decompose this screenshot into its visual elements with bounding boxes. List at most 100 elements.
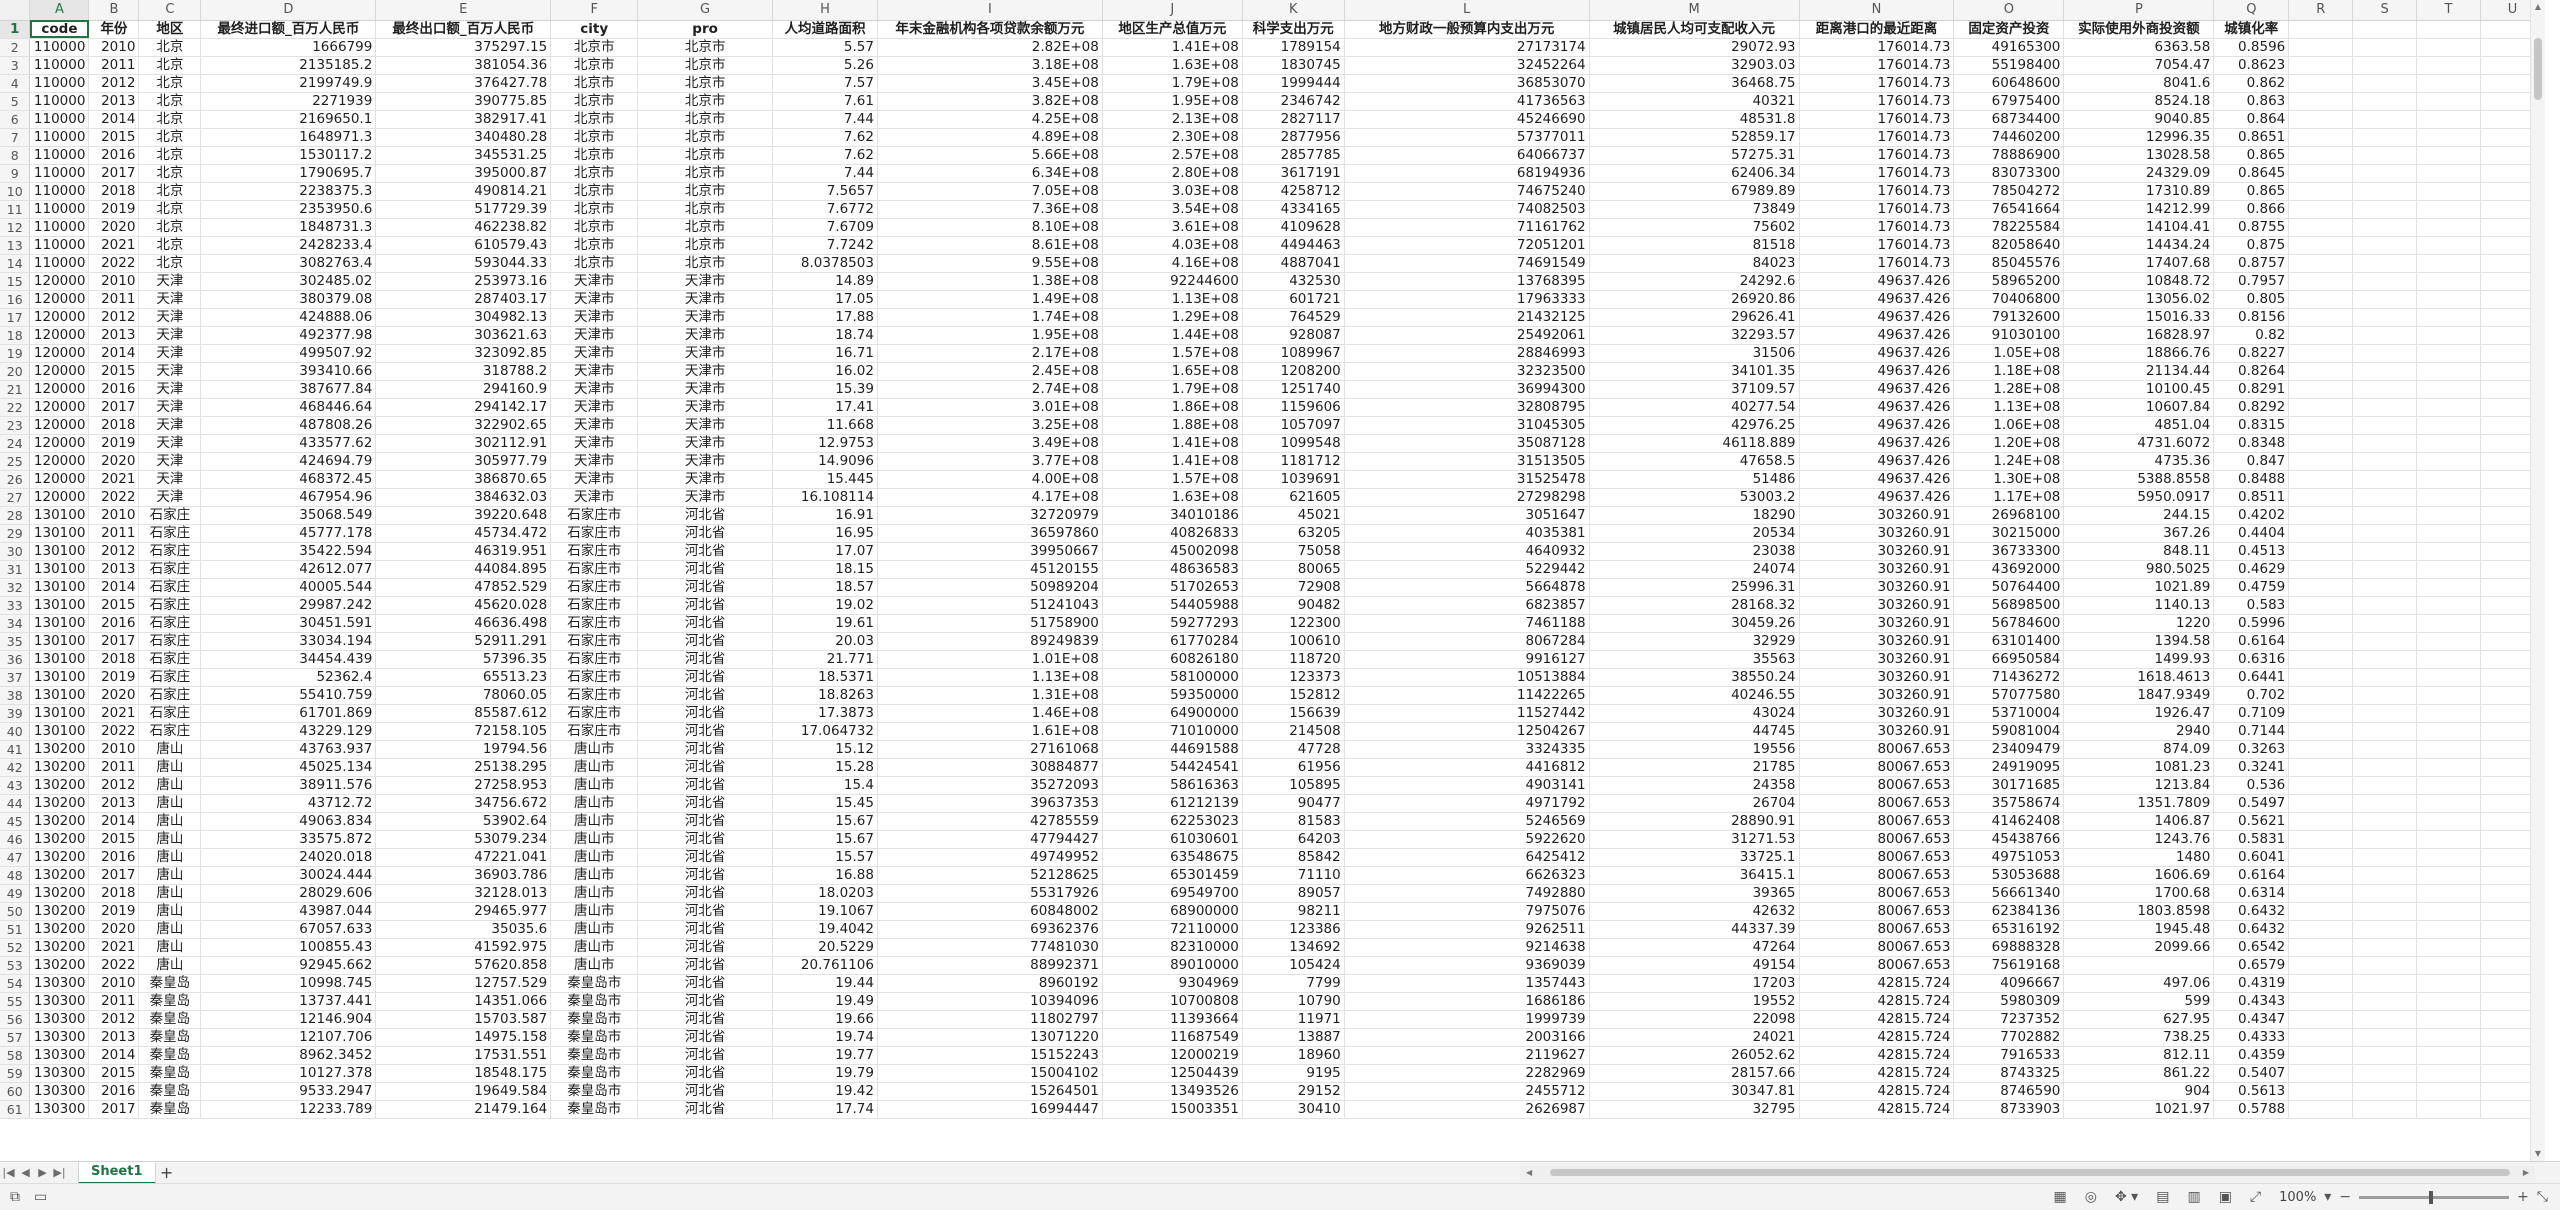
cell[interactable] [2288, 1028, 2354, 1047]
cell[interactable]: 唐山 [138, 920, 202, 939]
cell[interactable]: 4494463 [1242, 236, 1345, 255]
cell[interactable]: 河北省 [637, 506, 773, 525]
cell[interactable]: 北京 [138, 146, 202, 165]
cell[interactable]: 唐山市 [550, 956, 639, 975]
cell[interactable]: 7702882 [1953, 1028, 2065, 1047]
page-break-view-icon[interactable]: ▣ [2219, 1189, 2232, 1205]
cell[interactable]: 9195 [1242, 1064, 1345, 1083]
cell[interactable]: 0.4404 [2213, 524, 2290, 543]
cell[interactable]: 天津市 [637, 470, 773, 489]
cell[interactable]: 北京市 [550, 56, 639, 75]
cell[interactable] [2288, 938, 2354, 957]
cell[interactable]: 64066737 [1344, 146, 1590, 165]
cell[interactable] [2416, 704, 2481, 723]
row-header[interactable]: 19 [0, 344, 31, 363]
cell[interactable]: 44084.895 [375, 560, 552, 579]
cell[interactable]: 17203 [1589, 974, 1800, 993]
cell[interactable]: 石家庄市 [550, 524, 639, 543]
cell[interactable] [2288, 668, 2354, 687]
cell[interactable]: 55317926 [877, 884, 1103, 903]
cell[interactable]: 5922620 [1344, 830, 1590, 849]
cell[interactable]: 19.61 [772, 614, 878, 633]
cell[interactable]: 5664878 [1344, 578, 1590, 597]
cell[interactable]: 130200 [29, 812, 90, 831]
row-header[interactable]: 23 [0, 416, 31, 435]
cell[interactable] [2416, 398, 2481, 417]
cell[interactable]: 北京市 [637, 236, 773, 255]
cell[interactable]: 176014.73 [1799, 38, 1955, 57]
cell[interactable]: 11802797 [877, 1010, 1103, 1029]
cell[interactable] [2352, 920, 2418, 939]
cell[interactable]: 北京市 [637, 92, 773, 111]
cell[interactable]: 15.67 [772, 812, 878, 831]
cell[interactable]: 天津 [138, 416, 202, 435]
cell[interactable]: 27298298 [1344, 488, 1590, 507]
cell[interactable]: 2011 [88, 758, 140, 777]
cell[interactable]: 80067.653 [1799, 848, 1955, 867]
cell[interactable]: 80067.653 [1799, 794, 1955, 813]
cell[interactable]: 3.01E+08 [877, 398, 1103, 417]
cell[interactable]: 105895 [1242, 776, 1345, 795]
cell[interactable]: 唐山市 [550, 866, 639, 885]
cell[interactable]: 395000.87 [375, 164, 552, 183]
cell[interactable]: 36468.75 [1589, 74, 1800, 93]
cell[interactable]: 123386 [1242, 920, 1345, 939]
cell[interactable] [2416, 794, 2481, 813]
cell[interactable]: 北京市 [637, 38, 773, 57]
cell[interactable]: 北京 [138, 128, 202, 147]
cell[interactable] [2416, 506, 2481, 525]
cell[interactable]: 39365 [1589, 884, 1800, 903]
cell[interactable]: 9214638 [1344, 938, 1590, 957]
cell[interactable]: 1.86E+08 [1102, 398, 1243, 417]
normal-view-icon[interactable]: ▤ [2156, 1189, 2169, 1205]
cell[interactable]: 49637.426 [1799, 326, 1955, 345]
cell[interactable] [2288, 686, 2354, 705]
cell[interactable]: 80067.653 [1799, 776, 1955, 795]
cell[interactable]: 28168.32 [1589, 596, 1800, 615]
cell[interactable]: 2012 [88, 74, 140, 93]
cell[interactable] [2288, 650, 2354, 669]
cell[interactable]: 天津 [138, 362, 202, 381]
cell[interactable]: 石家庄 [138, 722, 202, 741]
cell[interactable]: 5.66E+08 [877, 146, 1103, 165]
cell[interactable] [2416, 632, 2481, 651]
row-header[interactable]: 31 [0, 560, 31, 579]
cell[interactable]: 68734400 [1953, 110, 2065, 129]
cell[interactable]: 2019 [88, 200, 140, 219]
cell[interactable]: 地区生产总值万元 [1102, 20, 1243, 39]
cell[interactable]: 49749952 [877, 848, 1103, 867]
cell[interactable]: 6363.58 [2063, 38, 2215, 57]
cell[interactable]: 0.8511 [2213, 488, 2290, 507]
row-header[interactable]: 57 [0, 1028, 31, 1047]
cell[interactable]: 0.8156 [2213, 308, 2290, 327]
cell[interactable]: 52128625 [877, 866, 1103, 885]
cell[interactable]: 6823857 [1344, 596, 1590, 615]
cell[interactable]: 120000 [29, 416, 90, 435]
cell[interactable]: 176014.73 [1799, 200, 1955, 219]
cell[interactable]: 10848.72 [2063, 272, 2215, 291]
cell[interactable]: 424888.06 [200, 308, 377, 327]
cell[interactable]: 43763.937 [200, 740, 377, 759]
cell[interactable]: 21785 [1589, 758, 1800, 777]
cell[interactable]: 30347.81 [1589, 1082, 1800, 1101]
cell[interactable]: 1.63E+08 [1102, 488, 1243, 507]
cell[interactable] [2288, 110, 2354, 129]
cell[interactable]: 1999739 [1344, 1010, 1590, 1029]
cell[interactable]: 河北省 [637, 848, 773, 867]
cell[interactable] [2288, 740, 2354, 759]
cell[interactable]: 764529 [1242, 308, 1345, 327]
cell[interactable]: 13071220 [877, 1028, 1103, 1047]
cell[interactable]: 303260.91 [1799, 542, 1955, 561]
cell[interactable]: 河北省 [637, 902, 773, 921]
column-header-q[interactable]: Q [2213, 0, 2290, 21]
cell[interactable]: 176014.73 [1799, 146, 1955, 165]
cell[interactable] [2352, 884, 2418, 903]
fullscreen-icon[interactable]: ⤢ [2250, 1189, 2261, 1205]
cell[interactable]: 42815.724 [1799, 974, 1955, 993]
cell[interactable]: 31525478 [1344, 470, 1590, 489]
cell[interactable]: 24021 [1589, 1028, 1800, 1047]
cell[interactable] [2416, 1100, 2481, 1119]
cell[interactable]: 78504272 [1953, 182, 2065, 201]
cell[interactable]: 130100 [29, 560, 90, 579]
cell[interactable]: 18.8263 [772, 686, 878, 705]
